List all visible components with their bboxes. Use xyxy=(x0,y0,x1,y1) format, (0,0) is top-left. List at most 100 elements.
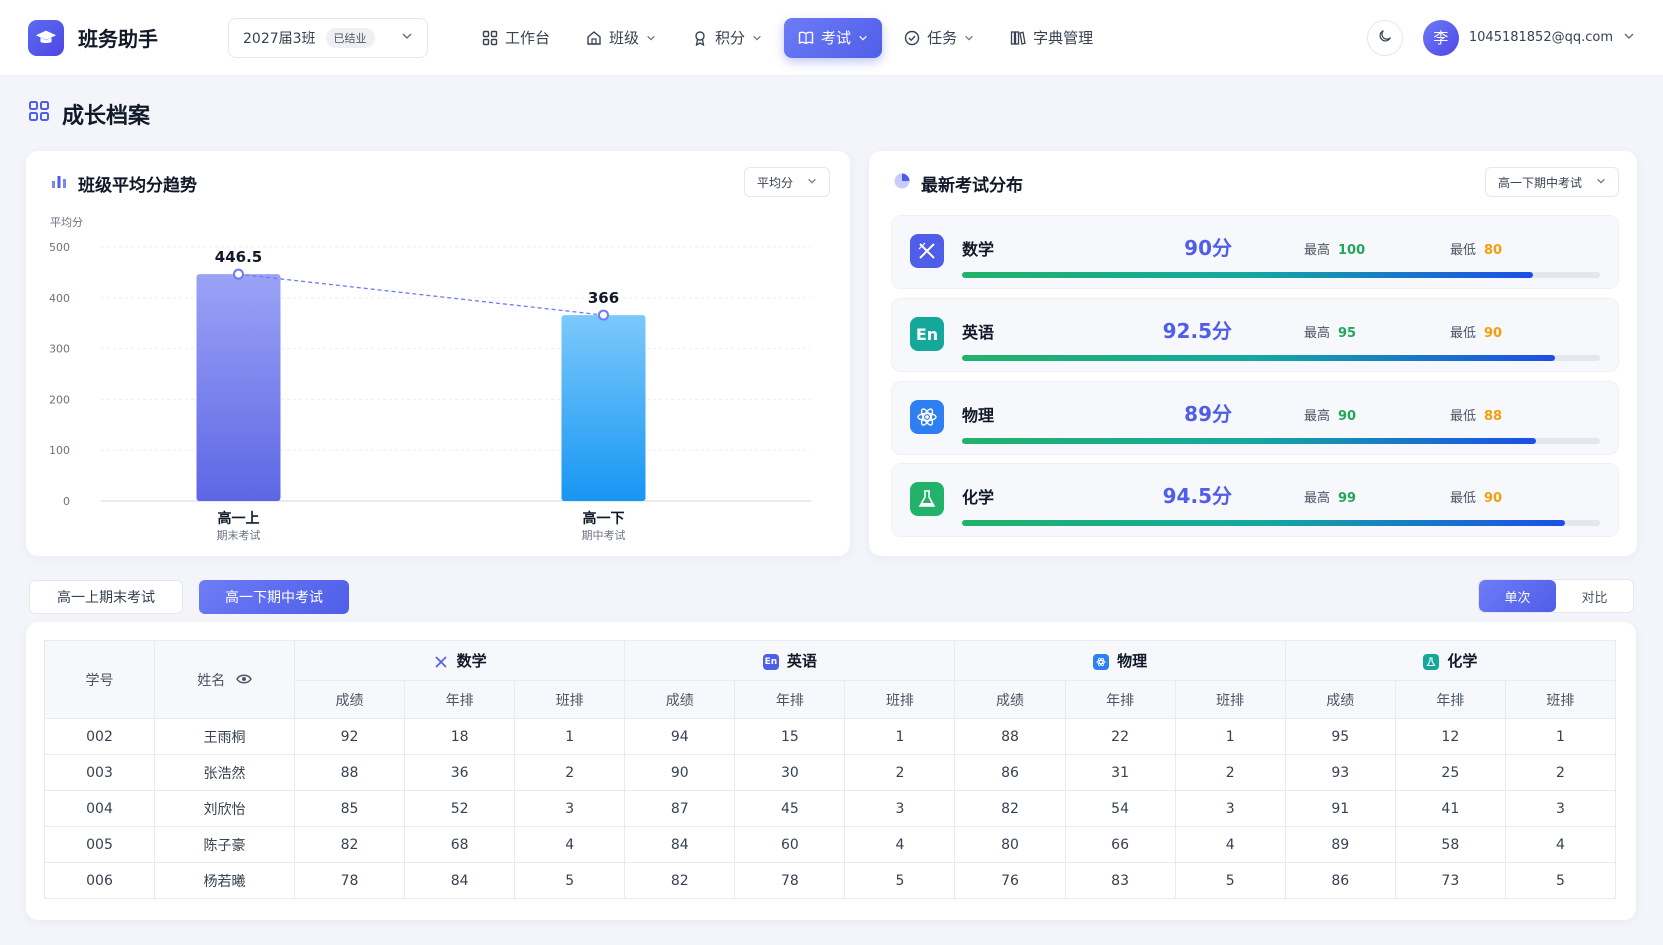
avatar: 李 xyxy=(1422,19,1459,56)
theme-toggle-button[interactable] xyxy=(1366,19,1403,56)
score-cell: 60 xyxy=(734,826,846,863)
user-email: 1045181852@qq.com xyxy=(1468,30,1613,45)
subject-min: 最低 88 xyxy=(1450,409,1503,424)
student-name: 刘欣怡 xyxy=(154,790,295,827)
nav-item-0[interactable]: 工作台 xyxy=(468,18,564,58)
score-cell: 68 xyxy=(404,826,516,863)
single-view-button[interactable]: 单次 xyxy=(1479,580,1556,612)
subject-score-row[interactable]: En 英语 92.5分 最高 95 最低 90 xyxy=(891,298,1619,372)
score-cell: 1 xyxy=(1174,718,1286,755)
score-cell: 84 xyxy=(624,826,736,863)
nav-item-label: 考试 xyxy=(821,29,852,47)
nav-item-4[interactable]: 任务 xyxy=(890,18,988,58)
math-icon xyxy=(910,234,944,268)
subject-max: 最高 100 xyxy=(1304,243,1366,258)
math-header: 数学 xyxy=(293,640,626,681)
nav-item-1[interactable]: 班级 xyxy=(572,18,670,58)
data-label: 366 xyxy=(588,289,619,307)
score-cell: 2 xyxy=(1504,754,1617,791)
score-cell: 18 xyxy=(404,718,516,755)
score-cell: 12 xyxy=(1394,718,1506,755)
score-cell: 4 xyxy=(514,826,626,863)
score-cell: 89 xyxy=(1284,826,1396,863)
sub-header[interactable]: 成绩 xyxy=(293,680,406,719)
student-name: 张浩然 xyxy=(154,754,295,791)
trend-bar-chart: 平均分 0 100 200 300 400 500 446.5 高一上期末考试 366 高一下期中考… xyxy=(49,216,811,542)
score-cell: 66 xyxy=(1064,826,1176,863)
nav-item-2[interactable]: 积分 xyxy=(678,18,776,58)
sub-header[interactable]: 班排 xyxy=(514,680,626,719)
score-cell: 4 xyxy=(1174,826,1286,863)
score-cell: 86 xyxy=(954,754,1066,791)
score-cell: 31 xyxy=(1064,754,1176,791)
subject-progress-track xyxy=(962,272,1600,278)
grid-icon xyxy=(482,30,498,46)
chevron-down-icon xyxy=(858,33,868,43)
score-cell: 73 xyxy=(1394,862,1506,899)
sub-header[interactable]: 成绩 xyxy=(624,680,736,719)
score-cell: 88 xyxy=(293,754,406,791)
nav-item-5[interactable]: 字典管理 xyxy=(996,18,1107,58)
x-tick-label: 高一上 xyxy=(218,510,260,527)
score-cell: 5 xyxy=(1504,862,1617,899)
student-id: 004 xyxy=(44,790,155,827)
student-id: 002 xyxy=(44,718,155,755)
exam-tab-second-midterm[interactable]: 高一下期中考试 xyxy=(199,580,349,614)
y-axis-label: 平均分 xyxy=(50,216,83,229)
sub-header[interactable]: 班排 xyxy=(1174,680,1286,719)
class-select-value: 2027届3班 xyxy=(243,30,316,47)
score-cell: 52 xyxy=(404,790,516,827)
chevron-down-icon xyxy=(646,33,656,43)
sub-header[interactable]: 成绩 xyxy=(954,680,1066,719)
subject-name: 化学 xyxy=(962,488,995,507)
compare-view-button[interactable]: 对比 xyxy=(1556,580,1633,612)
score-cell: 5 xyxy=(514,862,626,899)
house-icon xyxy=(586,30,602,46)
sub-header[interactable]: 班排 xyxy=(1504,680,1617,719)
exam-tab-first-final[interactable]: 高一上期末考试 xyxy=(29,580,183,614)
subject-progress-track xyxy=(962,355,1600,361)
app-logo[interactable]: 班务助手 xyxy=(28,19,198,56)
award-icon xyxy=(692,30,708,46)
books-icon xyxy=(1010,30,1026,46)
sub-header[interactable]: 年排 xyxy=(1064,680,1176,719)
chevron-down-icon xyxy=(1596,175,1606,189)
table-row[interactable]: 003 张浩然 88 36 2 90 30 2 86 31 2 93 25 2 xyxy=(44,754,1617,791)
pie-chart-icon xyxy=(893,172,911,195)
table-row[interactable]: 005 陈子豪 82 68 4 84 60 4 80 66 4 89 58 4 xyxy=(44,826,1617,863)
user-menu[interactable]: 李 1045181852@qq.com xyxy=(1422,19,1635,56)
x-tick-label: 高一下 xyxy=(583,510,625,527)
sub-header[interactable]: 年排 xyxy=(734,680,846,719)
trend-card: 班级平均分趋势 平均分 平均分 0 100 200 300 400 500 446.5 高一上期… xyxy=(26,151,850,556)
exam-select[interactable]: 高一下期中考试 xyxy=(1485,167,1620,197)
trend-point xyxy=(598,309,609,321)
subject-progress-track xyxy=(962,520,1600,526)
nav-item-label: 字典管理 xyxy=(1033,29,1094,47)
eye-icon[interactable] xyxy=(235,673,252,689)
subject-progress-fill xyxy=(962,272,1533,278)
sub-header[interactable]: 班排 xyxy=(844,680,956,719)
sub-header[interactable]: 年排 xyxy=(1394,680,1506,719)
student-name: 王雨桐 xyxy=(154,718,295,755)
subject-progress-track xyxy=(962,438,1600,444)
nav-item-3[interactable]: 考试 xyxy=(784,17,883,58)
subject-score-row[interactable]: 化学 94.5分 最高 99 最低 90 xyxy=(891,463,1619,537)
check-circle-icon xyxy=(904,30,920,46)
app-name: 班务助手 xyxy=(78,27,158,51)
table-row[interactable]: 004 刘欣怡 85 52 3 87 45 3 82 54 3 91 41 3 xyxy=(44,790,1617,827)
bar xyxy=(561,315,646,501)
score-cell: 3 xyxy=(844,790,956,827)
sub-header[interactable]: 成绩 xyxy=(1284,680,1396,719)
subject-progress-fill xyxy=(962,355,1556,361)
class-select[interactable]: 2027届3班 已结业 xyxy=(228,17,428,58)
distribution-card: 最新考试分布 高一下期中考试 数学 90分 最高 100 最低 80 En 英语 92.5分 最高… xyxy=(869,151,1637,556)
score-cell: 92 xyxy=(293,718,406,755)
table-row[interactable]: 006 杨若曦 78 84 5 82 78 5 76 83 5 86 73 5 xyxy=(44,862,1617,899)
math-icon xyxy=(433,654,449,670)
student-id: 003 xyxy=(44,754,155,791)
table-row[interactable]: 002 王雨桐 92 18 1 94 15 1 88 22 1 95 12 1 xyxy=(44,718,1617,755)
subject-score-row[interactable]: 数学 90分 最高 100 最低 80 xyxy=(891,215,1619,289)
sub-header[interactable]: 年排 xyxy=(404,680,516,719)
subject-score-row[interactable]: 物理 89分 最高 90 最低 88 xyxy=(891,381,1619,455)
score-cell: 4 xyxy=(1504,826,1617,863)
